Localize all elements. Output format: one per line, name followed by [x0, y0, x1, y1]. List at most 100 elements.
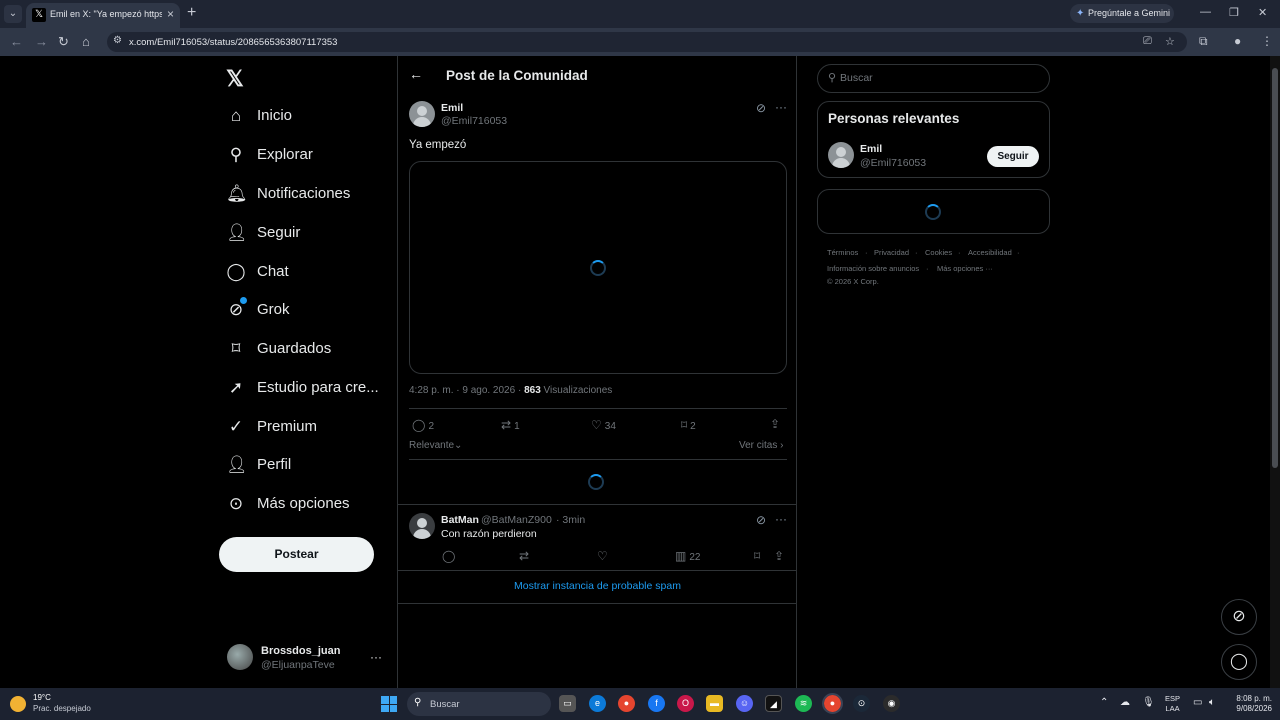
gemini-button[interactable]: ✦ Pregúntale a Gemini	[1070, 4, 1174, 23]
bookmark-star-icon[interactable]: ☆	[1165, 35, 1175, 48]
tab-search-button[interactable]: ⌄	[4, 5, 22, 23]
footer-terms-link[interactable]: Términos	[827, 248, 858, 257]
nav-item-premium[interactable]: ✓ Premium	[226, 413, 386, 443]
reply-bookmark-button[interactable]: ⌑	[754, 549, 763, 563]
minimize-button[interactable]: —	[1200, 6, 1211, 18]
reply-time[interactable]: · 3min	[556, 514, 585, 526]
reply-repost-button[interactable]: ⇄	[519, 549, 532, 563]
follow-button[interactable]: Seguir	[987, 146, 1039, 167]
grok-explain-icon[interactable]: ⊘	[756, 513, 766, 527]
post-author-handle[interactable]: @Emil716053	[441, 115, 507, 127]
footer-privacy-link[interactable]: Privacidad	[874, 248, 909, 257]
new-tab-button[interactable]: +	[187, 4, 196, 22]
footer-accessibility-link[interactable]: Accesibilidad	[968, 248, 1012, 257]
chrome-active-icon[interactable]: ●	[822, 693, 843, 714]
opera-icon[interactable]: O	[677, 695, 694, 712]
sort-replies-dropdown[interactable]: Relevante⌄	[409, 440, 462, 451]
extensions-icon[interactable]: ⧉	[1199, 34, 1208, 49]
reply-more-icon[interactable]: ···	[775, 512, 787, 526]
view-quotes-link[interactable]: Ver citas ›	[739, 440, 783, 451]
browser-menu-icon[interactable]: ⋮	[1261, 34, 1273, 48]
messages-fab-button[interactable]: ◯	[1221, 644, 1257, 680]
task-view-icon[interactable]: ▭	[559, 695, 576, 712]
forward-button[interactable]: →	[35, 34, 48, 49]
profile-icon[interactable]: ●	[1234, 34, 1241, 48]
footer-cookies-link[interactable]: Cookies	[925, 248, 952, 257]
reply-share-button[interactable]: ⇪	[774, 549, 787, 563]
weather-desc[interactable]: Prac. despejado	[33, 704, 91, 713]
discord-icon[interactable]: ☺	[736, 695, 753, 712]
post-more-icon[interactable]: ···	[775, 100, 787, 114]
taskbar-clock[interactable]: 8:08 p. m. 9/08/2026	[1226, 694, 1272, 714]
home-button[interactable]: ⌂	[82, 34, 90, 49]
start-button[interactable]	[381, 696, 397, 712]
window-close-button[interactable]: ✕	[1258, 6, 1267, 19]
footer-ads-link[interactable]: Información sobre anuncios	[827, 264, 919, 273]
reply-author-avatar[interactable]	[409, 513, 435, 539]
person-avatar[interactable]	[828, 142, 854, 168]
reload-button[interactable]: ↻	[58, 34, 69, 50]
reply-reply-button[interactable]: ◯	[442, 549, 458, 563]
reply-like-button[interactable]: ♡	[597, 549, 611, 563]
post-time[interactable]: 4:28 p. m. · 9 ago. 2026 ·	[409, 385, 521, 396]
account-handle[interactable]: @EljuanpaTeve	[261, 659, 335, 671]
person-name[interactable]: Emil	[860, 143, 882, 155]
site-info-icon[interactable]: ⚙	[113, 35, 122, 46]
microphone-icon[interactable]: 🎙︎	[1142, 697, 1155, 708]
nav-item-estudio[interactable]: ➚ Estudio para cre...	[226, 374, 386, 404]
game-app-icon[interactable]: ◉	[883, 695, 900, 712]
tray-chevron-icon[interactable]: ⌃	[1100, 697, 1108, 708]
display-icon[interactable]: ▭	[1193, 697, 1202, 708]
author-avatar[interactable]	[409, 101, 435, 127]
taskbar-search[interactable]: ⚲ Buscar	[407, 692, 551, 716]
back-arrow-icon[interactable]: ←	[409, 66, 423, 82]
edge-icon[interactable]: e	[589, 695, 606, 712]
facebook-icon[interactable]: f	[648, 695, 665, 712]
reply-views-button[interactable]: ▥ 22	[675, 549, 700, 563]
reply-button[interactable]: ◯ 2	[412, 418, 434, 432]
account-more-icon[interactable]: ···	[370, 650, 382, 664]
file-explorer-icon[interactable]: ▬	[706, 695, 723, 712]
reply-author-handle[interactable]: @BatManZ900	[481, 514, 552, 526]
browser-tab[interactable]: 𝕏 Emil en X: "Ya empezó https://t.co ×	[26, 3, 180, 28]
nav-item-notificaciones[interactable]: 🔔︎ Notificaciones	[226, 180, 386, 210]
nav-item-grok[interactable]: ⊘ Grok	[226, 296, 386, 326]
grok-explain-icon[interactable]: ⊘	[756, 101, 766, 115]
bookmark-button[interactable]: ⌑ 2	[681, 418, 696, 432]
weather-sun-icon[interactable]	[10, 696, 26, 712]
repost-button[interactable]: ⇄ 1	[501, 418, 520, 432]
tray-network-app-icon[interactable]: ☁	[1120, 697, 1130, 708]
page-scrollbar[interactable]	[1270, 56, 1280, 688]
terminal-icon[interactable]: ◢	[765, 695, 782, 712]
install-app-icon[interactable]: ⎚	[1143, 35, 1152, 48]
language-indicator[interactable]: ESP LAA	[1165, 694, 1180, 714]
weather-temp[interactable]: 19°C	[33, 693, 51, 702]
nav-item-mas-opciones[interactable]: ⊙ Más opciones	[226, 490, 386, 520]
spotify-icon[interactable]: ≋	[795, 695, 812, 712]
scrollbar-thumb[interactable]	[1272, 68, 1278, 468]
nav-item-chat[interactable]: ◯ Chat	[226, 258, 386, 288]
grok-fab-button[interactable]: ⊘	[1221, 599, 1257, 635]
post-media[interactable]	[409, 161, 787, 374]
post-author-name[interactable]: Emil	[441, 102, 463, 114]
nav-item-inicio[interactable]: ⌂ Inicio	[226, 102, 386, 132]
back-button[interactable]: ←	[10, 34, 23, 49]
reply-author-name[interactable]: BatMan	[441, 514, 479, 526]
show-spam-link[interactable]: Mostrar instancia de probable spam	[398, 580, 797, 592]
nav-item-seguir[interactable]: 👤︎ Seguir	[226, 219, 386, 249]
account-avatar[interactable]	[227, 644, 253, 670]
nav-item-perfil[interactable]: 👤︎ Perfil	[226, 451, 386, 481]
url-field[interactable]: ⚙ x.com/Emil716053/status/20865653638071…	[107, 32, 1187, 52]
chrome-icon[interactable]: ●	[618, 695, 635, 712]
steam-icon[interactable]: ⊙	[853, 695, 870, 712]
nav-item-explorar[interactable]: ⚲ Explorar	[226, 141, 386, 171]
search-box[interactable]: ⚲	[817, 64, 1050, 93]
x-logo-icon[interactable]: 𝕏	[226, 66, 244, 92]
tab-close-icon[interactable]: ×	[167, 7, 174, 21]
search-input[interactable]	[840, 72, 1040, 84]
account-name[interactable]: Brossdos_juan	[261, 645, 340, 657]
like-button[interactable]: ♡ 34	[591, 418, 616, 432]
nav-item-guardados[interactable]: ⌑ Guardados	[226, 335, 386, 365]
person-handle[interactable]: @Emil716053	[860, 157, 926, 169]
restore-button[interactable]: ❐	[1229, 6, 1239, 19]
